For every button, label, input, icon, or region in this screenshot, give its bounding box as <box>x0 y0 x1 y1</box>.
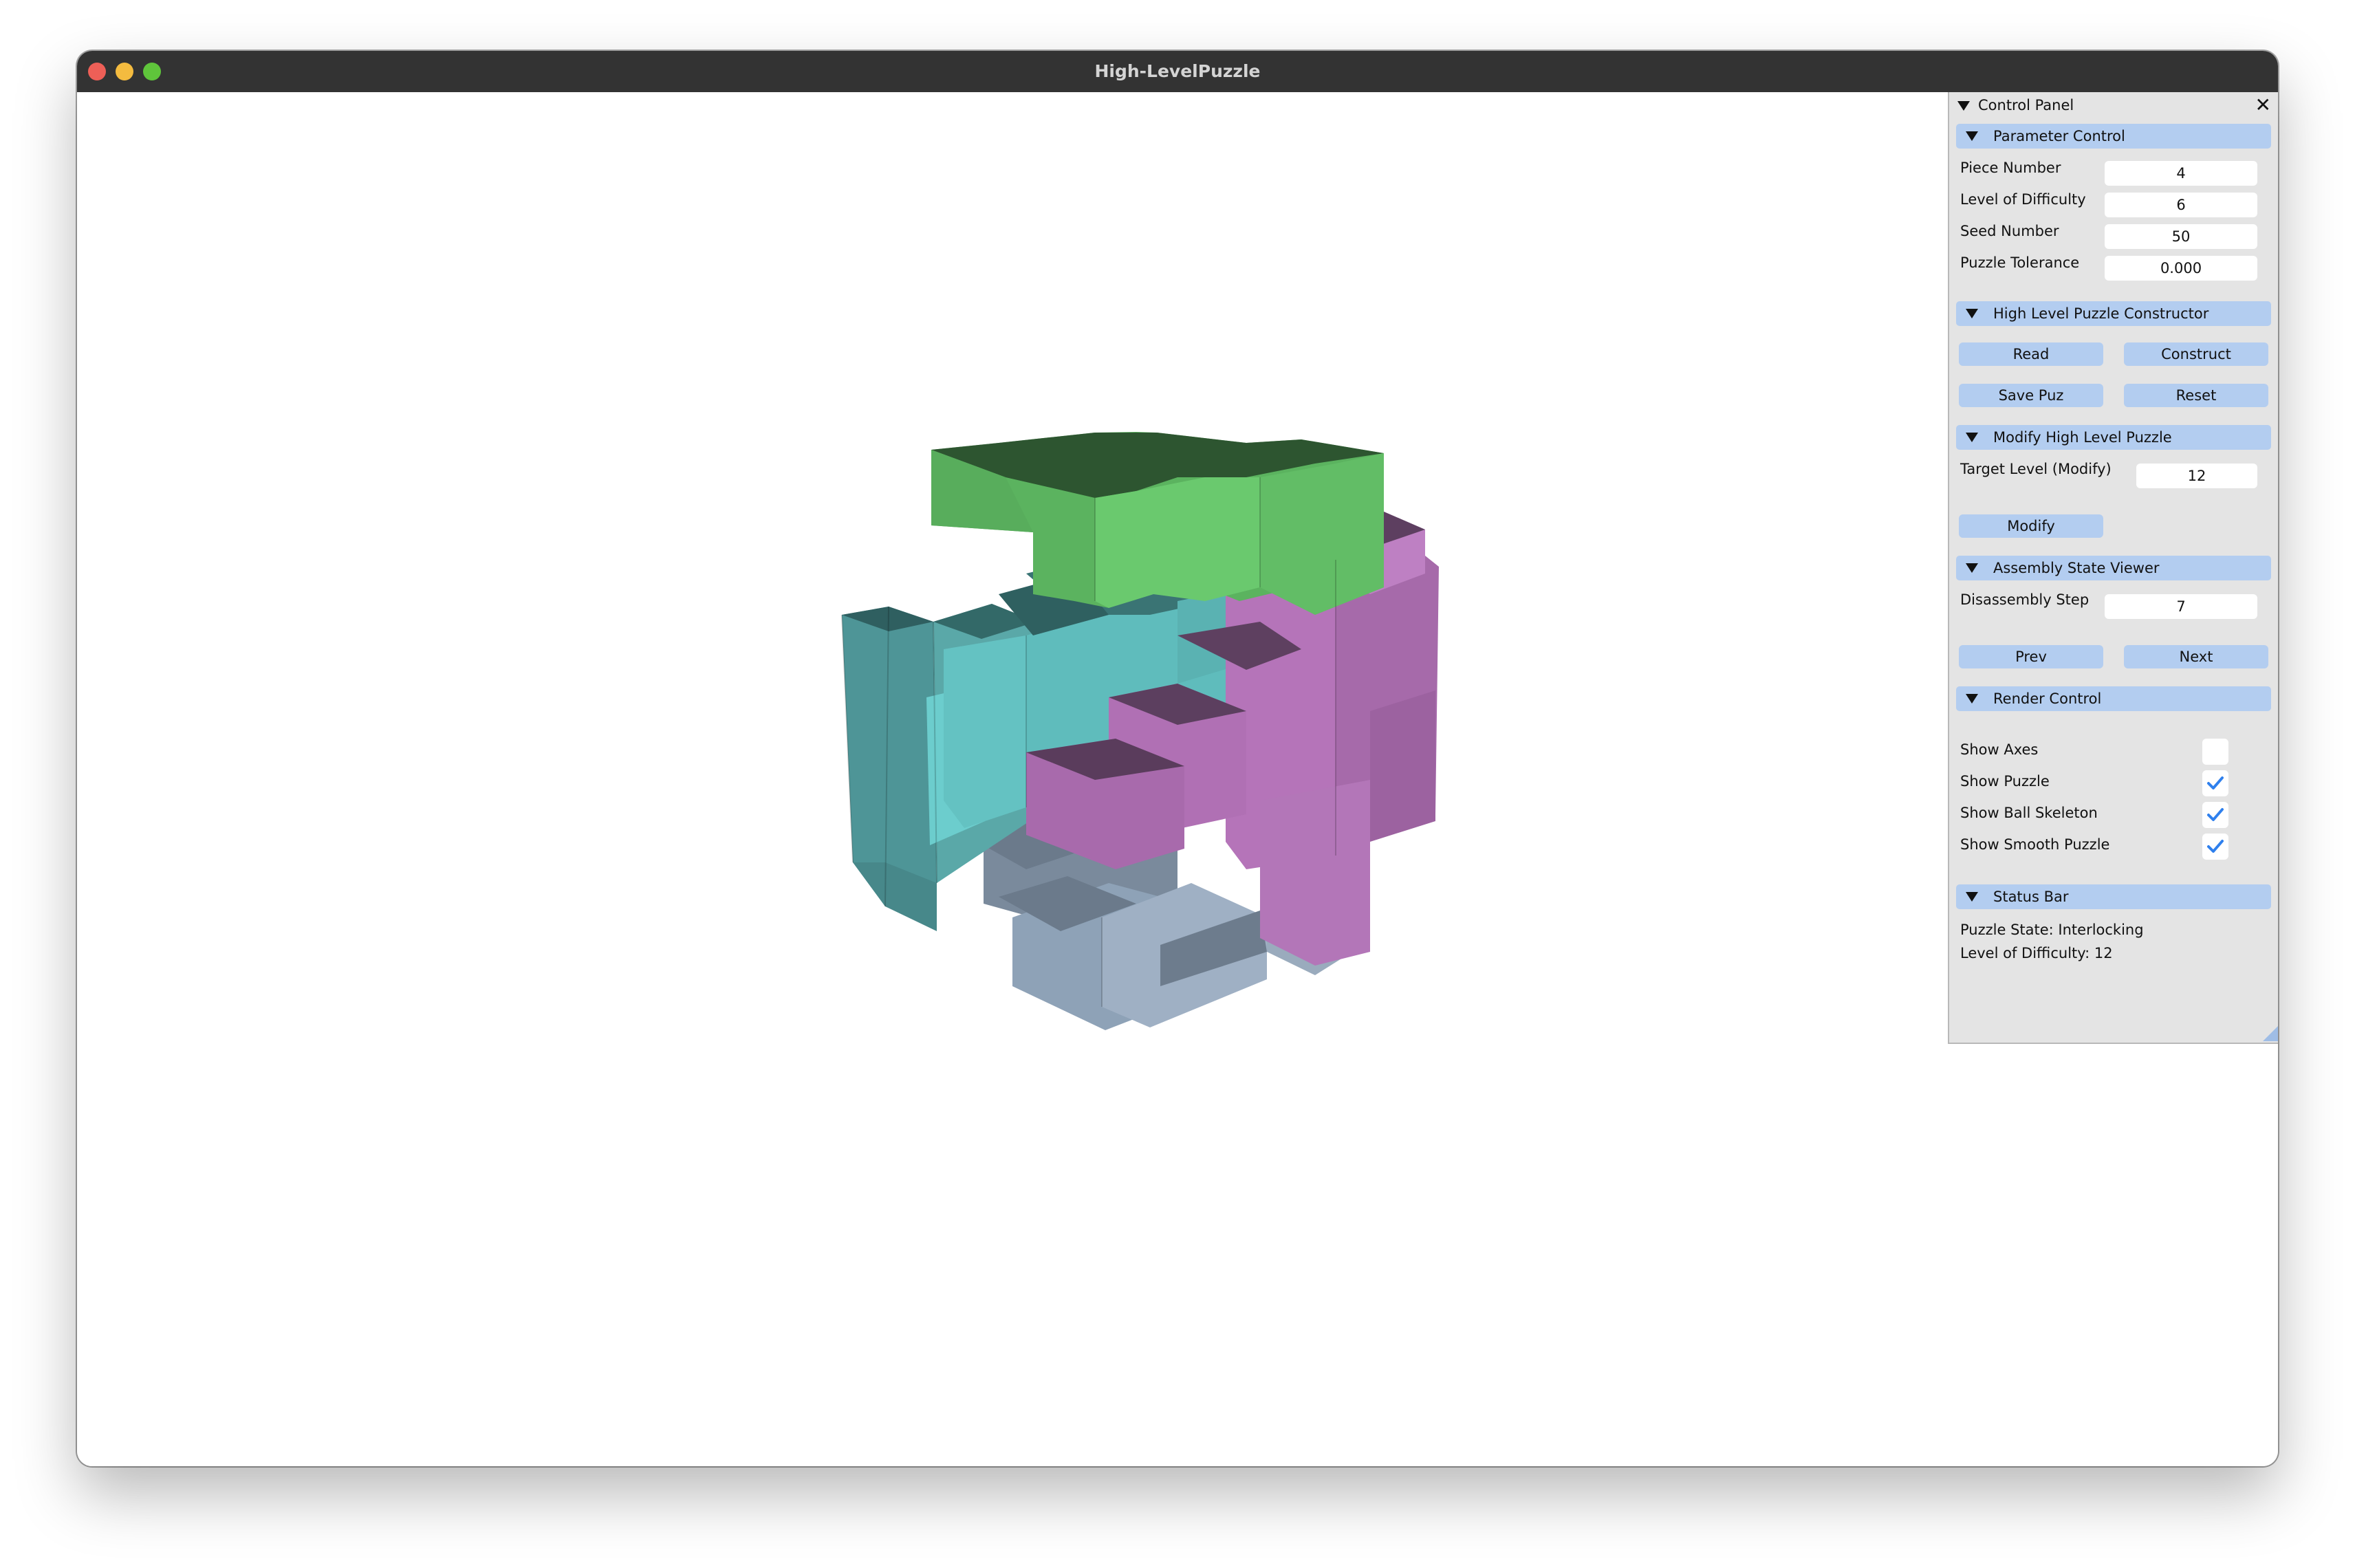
show-smooth-puzzle-checkbox[interactable] <box>2202 834 2228 860</box>
control-panel: Control Panel ✕ Parameter Control Piece … <box>1948 92 2278 1044</box>
construct-button[interactable]: Construct <box>2124 342 2268 366</box>
tolerance-label: Puzzle Tolerance <box>1960 254 2080 271</box>
section-title: Modify High Level Puzzle <box>1993 429 2172 446</box>
disassembly-step-field[interactable]: 7 <box>2105 594 2257 619</box>
checkmark-icon <box>2207 840 2224 853</box>
section-status-bar[interactable]: Status Bar <box>1956 884 2271 909</box>
show-puzzle-label: Show Puzzle <box>1960 773 2050 790</box>
target-level-field[interactable]: 12 <box>2136 464 2257 488</box>
save-puz-button[interactable]: Save Puz <box>1959 384 2103 407</box>
app-window: High-LevelPuzzle Control Panel ✕ Paramet… <box>77 51 2278 1466</box>
control-panel-title: Control Panel <box>1978 97 2074 113</box>
collapse-triangle-icon[interactable] <box>1957 101 1970 111</box>
checkmark-icon <box>2207 776 2224 790</box>
show-ball-skeleton-label: Show Ball Skeleton <box>1960 805 2098 821</box>
section-title: High Level Puzzle Constructor <box>1993 305 2209 322</box>
section-title: Parameter Control <box>1993 128 2125 144</box>
next-button[interactable]: Next <box>2124 645 2268 668</box>
show-axes-label: Show Axes <box>1960 741 2039 758</box>
section-title: Status Bar <box>1993 889 2069 905</box>
collapse-triangle-icon <box>1966 563 1978 573</box>
piece-number-field[interactable]: 4 <box>2105 161 2257 186</box>
control-panel-header[interactable]: Control Panel ✕ <box>1949 92 2278 120</box>
seed-number-label: Seed Number <box>1960 223 2059 239</box>
show-puzzle-checkbox[interactable] <box>2202 770 2228 796</box>
collapse-triangle-icon <box>1966 892 1978 902</box>
read-button[interactable]: Read <box>1959 342 2103 366</box>
seed-number-field[interactable]: 50 <box>2105 224 2257 249</box>
tolerance-field[interactable]: 0.000 <box>2105 256 2257 281</box>
difficulty-level-text: Level of Difficulty: 12 <box>1960 945 2113 961</box>
difficulty-field[interactable]: 6 <box>2105 193 2257 217</box>
collapse-triangle-icon <box>1966 433 1978 442</box>
section-assembly-viewer[interactable]: Assembly State Viewer <box>1956 556 2271 580</box>
prev-button[interactable]: Prev <box>1959 645 2103 668</box>
modify-button[interactable]: Modify <box>1959 514 2103 538</box>
puzzle-piece-green <box>931 432 1384 615</box>
section-puzzle-constructor[interactable]: High Level Puzzle Constructor <box>1956 301 2271 326</box>
show-smooth-puzzle-label: Show Smooth Puzzle <box>1960 836 2110 853</box>
collapse-triangle-icon <box>1966 309 1978 318</box>
puzzle-state-text: Puzzle State: Interlocking <box>1960 922 2144 938</box>
collapse-triangle-icon <box>1966 131 1978 141</box>
reset-button[interactable]: Reset <box>2124 384 2268 407</box>
show-ball-skeleton-checkbox[interactable] <box>2202 802 2228 828</box>
collapse-triangle-icon <box>1966 694 1978 704</box>
piece-number-label: Piece Number <box>1960 160 2061 176</box>
show-axes-checkbox[interactable] <box>2202 739 2228 765</box>
section-modify-puzzle[interactable]: Modify High Level Puzzle <box>1956 425 2271 450</box>
disassembly-step-label: Disassembly Step <box>1960 591 2090 608</box>
target-level-label: Target Level (Modify) <box>1960 461 2112 477</box>
panel-resize-grip[interactable] <box>2263 1026 2278 1041</box>
section-title: Assembly State Viewer <box>1993 560 2160 576</box>
difficulty-label: Level of Difficulty <box>1960 191 2086 208</box>
section-render-control[interactable]: Render Control <box>1956 686 2271 711</box>
section-title: Render Control <box>1993 690 2102 707</box>
checkmark-icon <box>2207 808 2224 821</box>
window-title: High-LevelPuzzle <box>1094 61 1261 81</box>
section-parameter-control[interactable]: Parameter Control <box>1956 124 2271 149</box>
title-bar: High-LevelPuzzle <box>77 51 2278 92</box>
panel-close-icon[interactable]: ✕ <box>2255 94 2271 116</box>
